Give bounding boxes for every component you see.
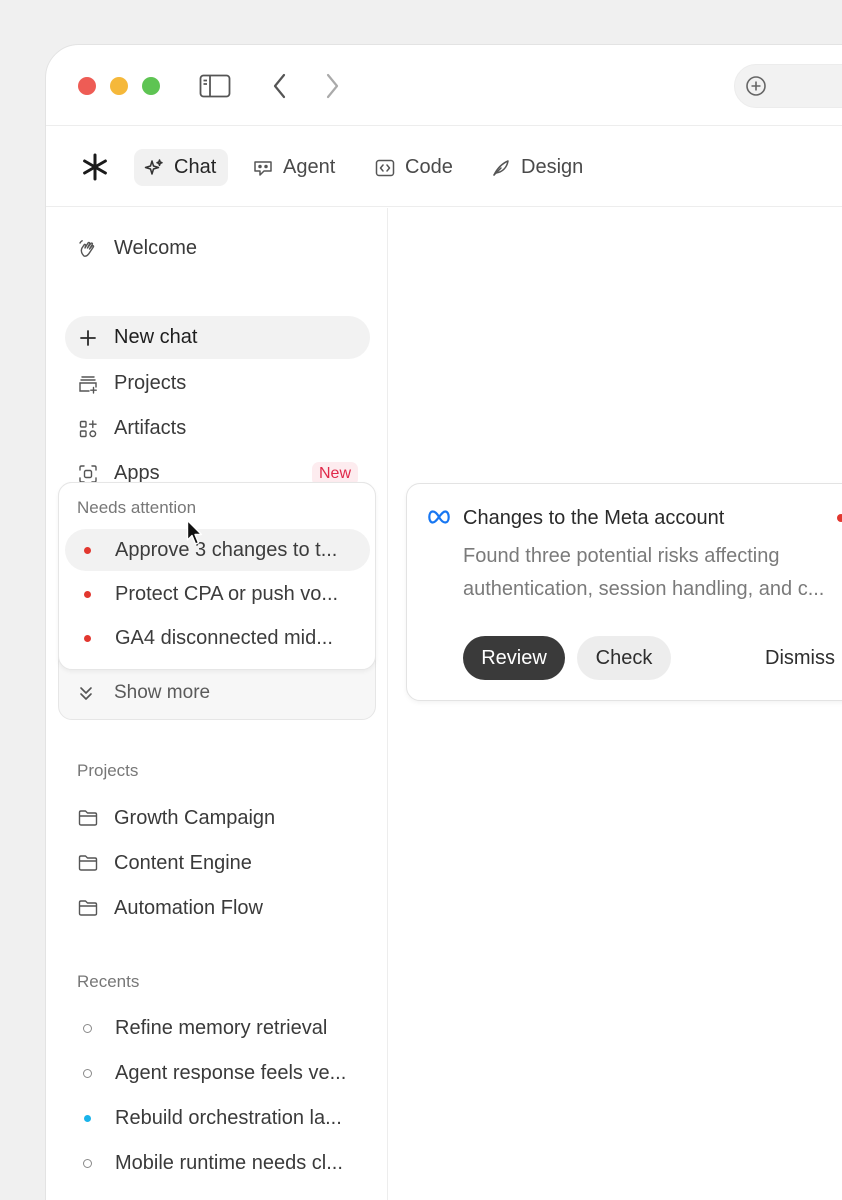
recent-item-label: Refine memory retrieval <box>115 1016 328 1039</box>
projects-section-title: Projects <box>77 761 139 780</box>
tab-agent-label: Agent <box>283 156 336 178</box>
title-bar <box>46 45 842 126</box>
status-idle-dot <box>83 1068 92 1078</box>
close-window-button[interactable] <box>78 77 96 95</box>
alert-dot <box>84 546 91 554</box>
attention-item[interactable]: Protect CPA or push vo... <box>65 573 370 615</box>
recent-item[interactable]: Refine memory retrieval <box>65 1007 370 1049</box>
sidebar-toggle-icon[interactable] <box>199 71 231 101</box>
sidebar-item-label: Welcome <box>114 237 197 259</box>
tab-design-label: Design <box>521 156 584 178</box>
unread-dot <box>837 514 842 522</box>
maximize-window-button[interactable] <box>142 77 160 95</box>
attention-item[interactable]: Approve 3 changes to t... <box>65 529 370 571</box>
status-active-dot <box>84 1114 91 1122</box>
recents-section-title: Recents <box>77 972 140 991</box>
card-description: Found three potential risks affecting au… <box>463 540 842 606</box>
tab-code-label: Code <box>405 156 453 178</box>
alert-dot <box>84 590 91 598</box>
tab-chat[interactable]: Chat <box>134 149 229 186</box>
sidebar-item-new-chat[interactable]: New chat <box>65 316 370 359</box>
new-tab-icon[interactable] <box>745 75 767 97</box>
show-more-button[interactable]: Show more <box>77 682 210 704</box>
review-button[interactable]: Review <box>463 636 565 680</box>
folder-icon <box>78 900 98 916</box>
recent-item-label: Agent response feels ve... <box>115 1061 347 1084</box>
agent-chat-icon <box>254 160 272 176</box>
alert-dot <box>84 634 91 642</box>
mouse-cursor-icon <box>186 519 203 545</box>
plus-icon <box>78 328 98 348</box>
artifacts-icon <box>78 419 98 439</box>
folder-icon <box>78 855 98 871</box>
tab-design[interactable]: Design <box>481 149 595 186</box>
recent-item[interactable]: Agent response feels ve... <box>65 1052 370 1094</box>
recent-item-label: Mobile runtime needs cl... <box>115 1151 343 1174</box>
dismiss-button[interactable]: Dismiss <box>755 636 842 680</box>
top-navigation: Chat Agent Code Design <box>46 127 842 207</box>
back-arrow-icon[interactable] <box>264 71 296 101</box>
recent-item[interactable]: Rebuild orchestration la... <box>65 1097 370 1139</box>
sidebar-item-welcome[interactable]: Welcome <box>65 227 370 270</box>
app-window: Chat Agent Code Design Welcome New chat … <box>45 44 842 1200</box>
needs-attention-panel: Needs attention Approve 3 changes to t..… <box>58 482 376 720</box>
sparkle-icon <box>144 158 163 175</box>
projects-icon <box>78 374 98 394</box>
recent-item-label: Rebuild orchestration la... <box>115 1106 342 1129</box>
needs-attention-list: Needs attention Approve 3 changes to t..… <box>58 482 376 670</box>
status-idle-dot <box>83 1158 92 1168</box>
project-item-content-engine[interactable]: Content Engine <box>65 842 370 884</box>
sidebar-item-projects[interactable]: Projects <box>65 362 370 405</box>
project-item-label: Automation Flow <box>114 896 263 919</box>
tab-agent[interactable]: Agent <box>243 149 347 186</box>
meta-icon <box>428 510 450 524</box>
needs-attention-title: Needs attention <box>77 498 197 517</box>
sidebar-item-label: Artifacts <box>114 417 187 439</box>
code-icon <box>375 159 395 176</box>
forward-arrow-icon[interactable] <box>316 71 348 101</box>
minimize-window-button[interactable] <box>110 77 128 95</box>
attention-item-label: Protect CPA or push vo... <box>115 582 339 605</box>
project-item-automation-flow[interactable]: Automation Flow <box>65 887 370 929</box>
status-idle-dot <box>83 1023 92 1033</box>
tab-chat-label: Chat <box>174 156 217 178</box>
meta-changes-card: Changes to the Meta account Found three … <box>406 483 842 701</box>
double-chevron-down-icon <box>80 687 92 700</box>
tab-code[interactable]: Code <box>365 149 465 186</box>
feather-icon <box>493 159 509 176</box>
sidebar-item-artifacts[interactable]: Artifacts <box>65 407 370 450</box>
project-item-label: Growth Campaign <box>114 806 276 829</box>
project-item-growth-campaign[interactable]: Growth Campaign <box>65 797 370 839</box>
attention-item-label: GA4 disconnected mid... <box>115 626 333 649</box>
sidebar: Welcome New chat Projects Artifacts Apps… <box>46 208 388 1200</box>
show-more-label: Show more <box>114 682 211 703</box>
attention-item[interactable]: GA4 disconnected mid... <box>65 617 370 659</box>
check-button[interactable]: Check <box>577 636 671 680</box>
sidebar-item-label: Projects <box>114 372 187 394</box>
project-item-label: Content Engine <box>114 851 252 874</box>
address-bar[interactable] <box>734 64 842 108</box>
app-logo-icon[interactable] <box>80 152 110 182</box>
card-description-line: Found three potential risks affecting <box>463 545 780 567</box>
attention-item-label: Approve 3 changes to t... <box>115 538 338 561</box>
recent-item[interactable]: Mobile runtime needs cl... <box>65 1142 370 1184</box>
card-description-line: authentication, session handling, and c.… <box>463 578 825 600</box>
apps-icon <box>78 464 98 484</box>
card-title: Changes to the Meta account <box>463 507 725 529</box>
wave-hand-icon <box>78 239 98 259</box>
sidebar-item-label: New chat <box>114 326 198 348</box>
folder-icon <box>78 810 98 826</box>
